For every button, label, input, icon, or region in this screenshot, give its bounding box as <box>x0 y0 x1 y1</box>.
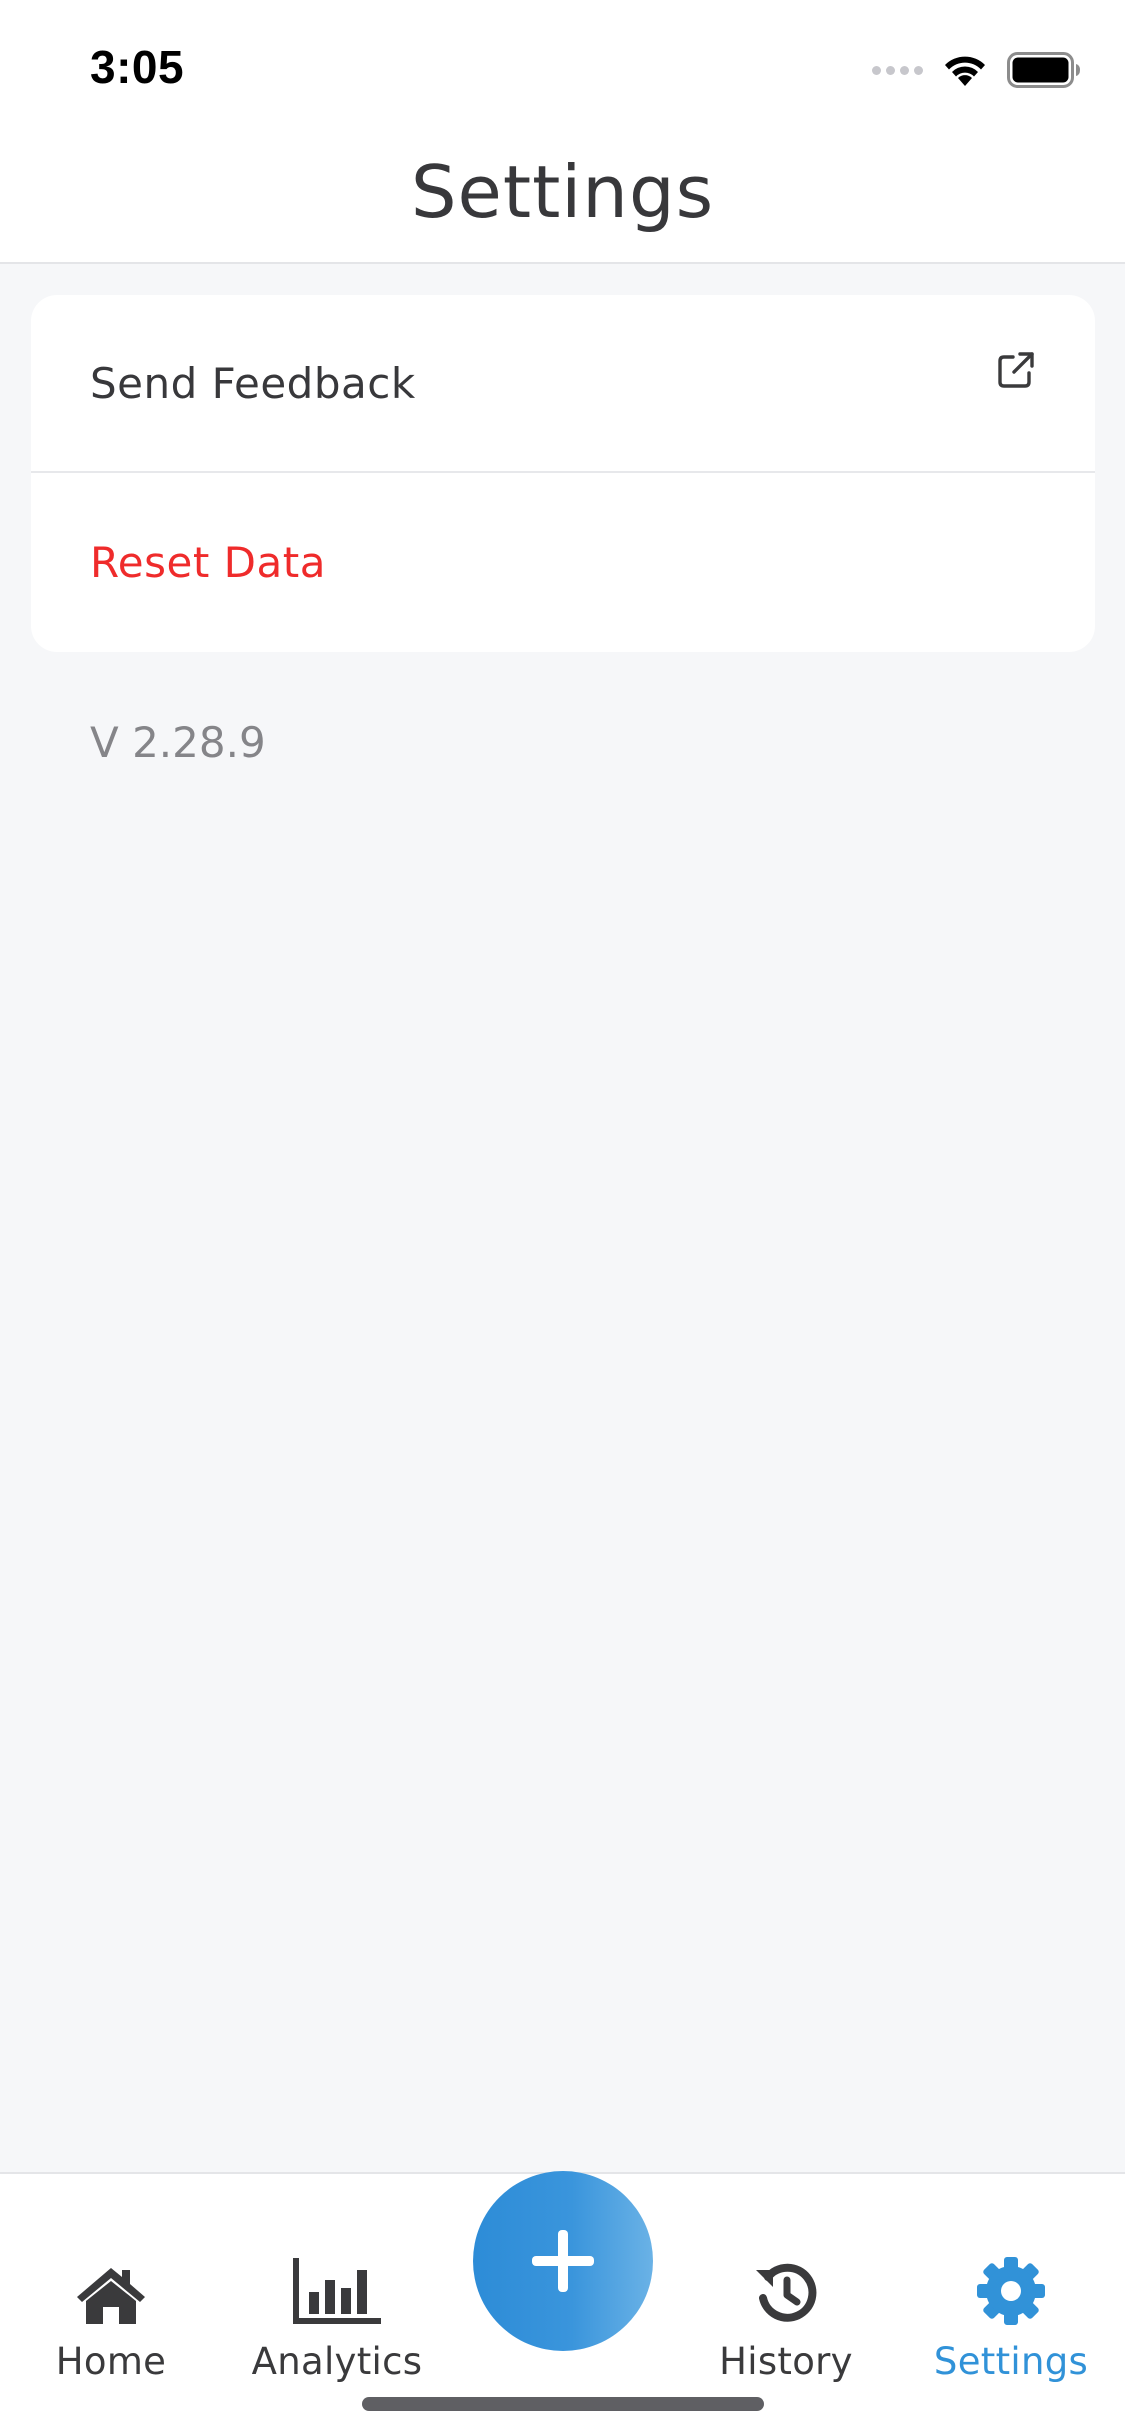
tab-settings[interactable]: Settings <box>911 2252 1111 2383</box>
tab-analytics[interactable]: Analytics <box>237 2252 437 2383</box>
tab-history-label: History <box>719 2340 853 2383</box>
plus-icon <box>532 2230 594 2292</box>
nav-header: Settings <box>0 132 1125 264</box>
send-feedback-label: Send Feedback <box>90 358 416 408</box>
app-version: V 2.28.9 <box>90 718 266 767</box>
tab-analytics-label: Analytics <box>251 2340 423 2383</box>
reset-data-label: Reset Data <box>90 537 326 587</box>
battery-icon <box>1007 52 1081 88</box>
wifi-icon <box>943 53 987 87</box>
home-indicator <box>362 2397 764 2411</box>
history-icon <box>756 2263 817 2322</box>
reset-data-row[interactable]: Reset Data <box>31 473 1095 651</box>
external-link-icon <box>998 352 1034 388</box>
send-feedback-row[interactable]: Send Feedback <box>31 295 1095 473</box>
home-icon <box>77 2268 145 2324</box>
cellular-signal-icon <box>872 65 923 75</box>
status-time: 3:05 <box>90 41 185 93</box>
page-title: Settings <box>410 150 715 234</box>
tab-settings-label: Settings <box>933 2340 1089 2383</box>
add-button[interactable] <box>473 2171 653 2351</box>
tab-home[interactable]: Home <box>11 2252 211 2383</box>
tab-home-label: Home <box>55 2340 167 2383</box>
tab-history[interactable]: History <box>686 2252 886 2383</box>
gear-icon <box>977 2257 1045 2325</box>
status-indicators <box>872 48 1081 92</box>
bar-chart-icon <box>293 2258 381 2324</box>
status-bar: 3:05 <box>0 0 1125 132</box>
settings-card: Send Feedback Reset Data <box>31 295 1095 652</box>
